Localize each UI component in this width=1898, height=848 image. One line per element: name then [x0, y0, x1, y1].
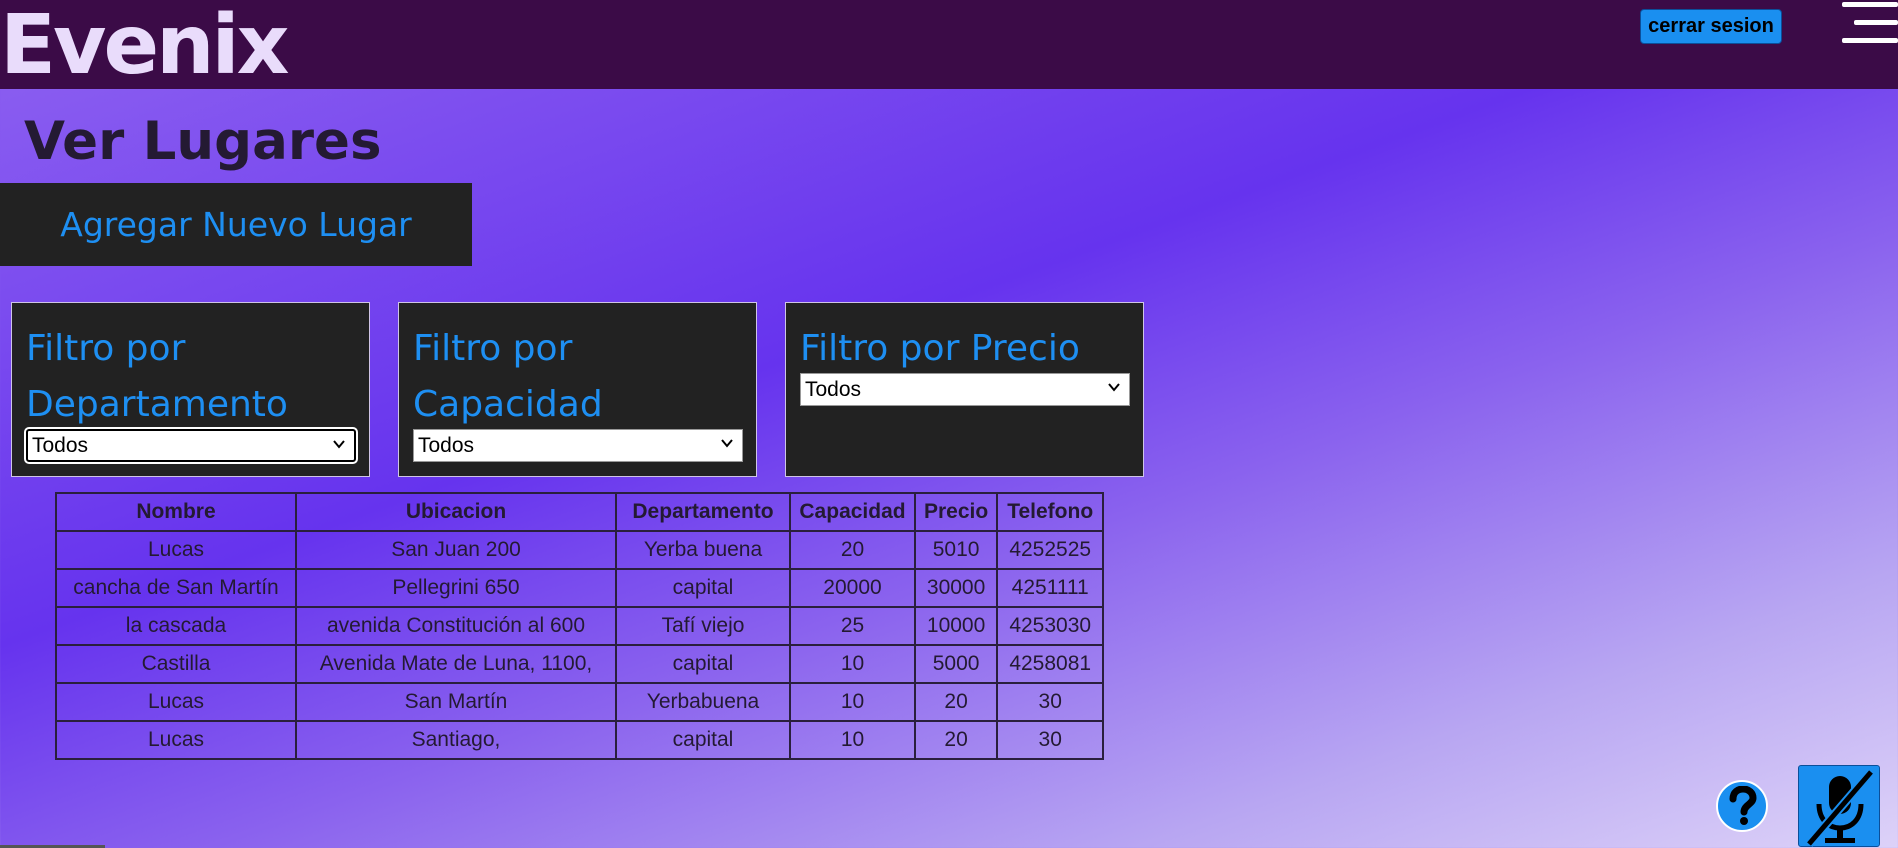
cell-nombre: Castilla: [55, 644, 297, 684]
cell-capacidad: 10: [789, 644, 916, 684]
cell-capacidad: 10: [789, 682, 916, 722]
cell-capacidad: 20: [789, 530, 916, 570]
cell-telefono: 4252525: [996, 530, 1105, 570]
cell-telefono: 4253030: [996, 606, 1105, 646]
help-button[interactable]: [1716, 780, 1768, 832]
filter-departamento-panel: Filtro por Departamento Todos: [11, 302, 370, 477]
filter-capacidad-value: Todos: [418, 433, 475, 457]
filter-departamento-title: Filtro por Departamento: [26, 328, 288, 425]
cell-precio: 30000: [913, 568, 999, 608]
cell-departamento: Yerba buena: [615, 530, 791, 570]
hamburger-menu-icon[interactable]: [1842, 2, 1898, 46]
column-header-ubicacion: Ubicacion: [295, 492, 617, 532]
column-header-nombre: Nombre: [55, 492, 297, 532]
cell-precio: 20: [913, 682, 999, 722]
filter-capacidad-title: Filtro por Capacidad: [413, 328, 603, 425]
add-place-button[interactable]: Agregar Nuevo Lugar: [0, 183, 472, 266]
table-row: cancha de San Martín Pellegrini 650 capi…: [55, 568, 1105, 608]
cell-departamento: capital: [615, 720, 791, 760]
microphone-muted-icon: [1805, 769, 1875, 847]
cell-ubicacion: San Martín: [295, 682, 617, 722]
cell-capacidad: 25: [789, 606, 916, 646]
table-row: Lucas San Juan 200 Yerba buena 20 5010 4…: [55, 530, 1105, 570]
voice-assistant-button[interactable]: [1798, 765, 1880, 847]
filter-precio-select[interactable]: Todos: [800, 373, 1130, 406]
filter-precio-title: Filtro por Precio: [800, 328, 1080, 369]
cell-capacidad: 20000: [789, 568, 916, 608]
chevron-down-icon: [1108, 383, 1120, 392]
column-header-departamento: Departamento: [615, 492, 791, 532]
page-title: Ver Lugares: [24, 111, 382, 172]
table-row: Lucas San Martín Yerbabuena 10 20 30: [55, 682, 1105, 722]
column-header-precio: Precio: [913, 492, 999, 532]
table-row: Lucas Santiago, capital 10 20 30: [55, 720, 1105, 760]
cell-telefono: 4251111: [996, 568, 1105, 608]
column-header-capacidad: Capacidad: [789, 492, 916, 532]
cell-ubicacion: Avenida Mate de Luna, 1100,: [295, 644, 617, 684]
cell-nombre: Lucas: [55, 530, 297, 570]
cell-ubicacion: Pellegrini 650: [295, 568, 617, 608]
table-row: la cascada avenida Constitución al 600 T…: [55, 606, 1105, 646]
cell-ubicacion: Santiago,: [295, 720, 617, 760]
table-row: Castilla Avenida Mate de Luna, 1100, cap…: [55, 644, 1105, 684]
cell-departamento: Yerbabuena: [615, 682, 791, 722]
cell-telefono: 30: [996, 720, 1105, 760]
table-header-row: Nombre Ubicacion Departamento Capacidad …: [55, 492, 1105, 532]
column-header-telefono: Telefono: [996, 492, 1105, 532]
brand-logo: Evenix: [0, 0, 289, 93]
cell-ubicacion: San Juan 200: [295, 530, 617, 570]
cell-precio: 5000: [913, 644, 999, 684]
cell-nombre: Lucas: [55, 682, 297, 722]
cell-telefono: 4258081: [996, 644, 1105, 684]
filter-capacidad-panel: Filtro por Capacidad Todos: [398, 302, 757, 477]
places-table: Nombre Ubicacion Departamento Capacidad …: [55, 492, 1105, 760]
cell-departamento: Tafí viejo: [615, 606, 791, 646]
cell-precio: 10000: [913, 606, 999, 646]
filter-departamento-select[interactable]: Todos: [24, 427, 358, 464]
question-mark-icon: [1729, 786, 1757, 825]
cell-precio: 20: [913, 720, 999, 760]
chevron-down-icon: [333, 440, 345, 449]
chevron-down-icon: [721, 439, 733, 448]
cell-capacidad: 10: [789, 720, 916, 760]
filter-departamento-value: Todos: [32, 433, 89, 457]
filter-capacidad-select[interactable]: Todos: [413, 429, 743, 462]
cell-nombre: cancha de San Martín: [55, 568, 297, 608]
logout-button[interactable]: cerrar sesion: [1640, 9, 1782, 44]
cell-nombre: la cascada: [55, 606, 297, 646]
top-bar: Evenix cerrar sesion: [0, 0, 1898, 93]
cell-telefono: 30: [996, 682, 1105, 722]
cell-nombre: Lucas: [55, 720, 297, 760]
cell-departamento: capital: [615, 644, 791, 684]
cell-ubicacion: avenida Constitución al 600: [295, 606, 617, 646]
filter-precio-value: Todos: [805, 377, 862, 401]
filter-precio-panel: Filtro por Precio Todos: [785, 302, 1144, 477]
cell-precio: 5010: [913, 530, 999, 570]
cell-departamento: capital: [615, 568, 791, 608]
